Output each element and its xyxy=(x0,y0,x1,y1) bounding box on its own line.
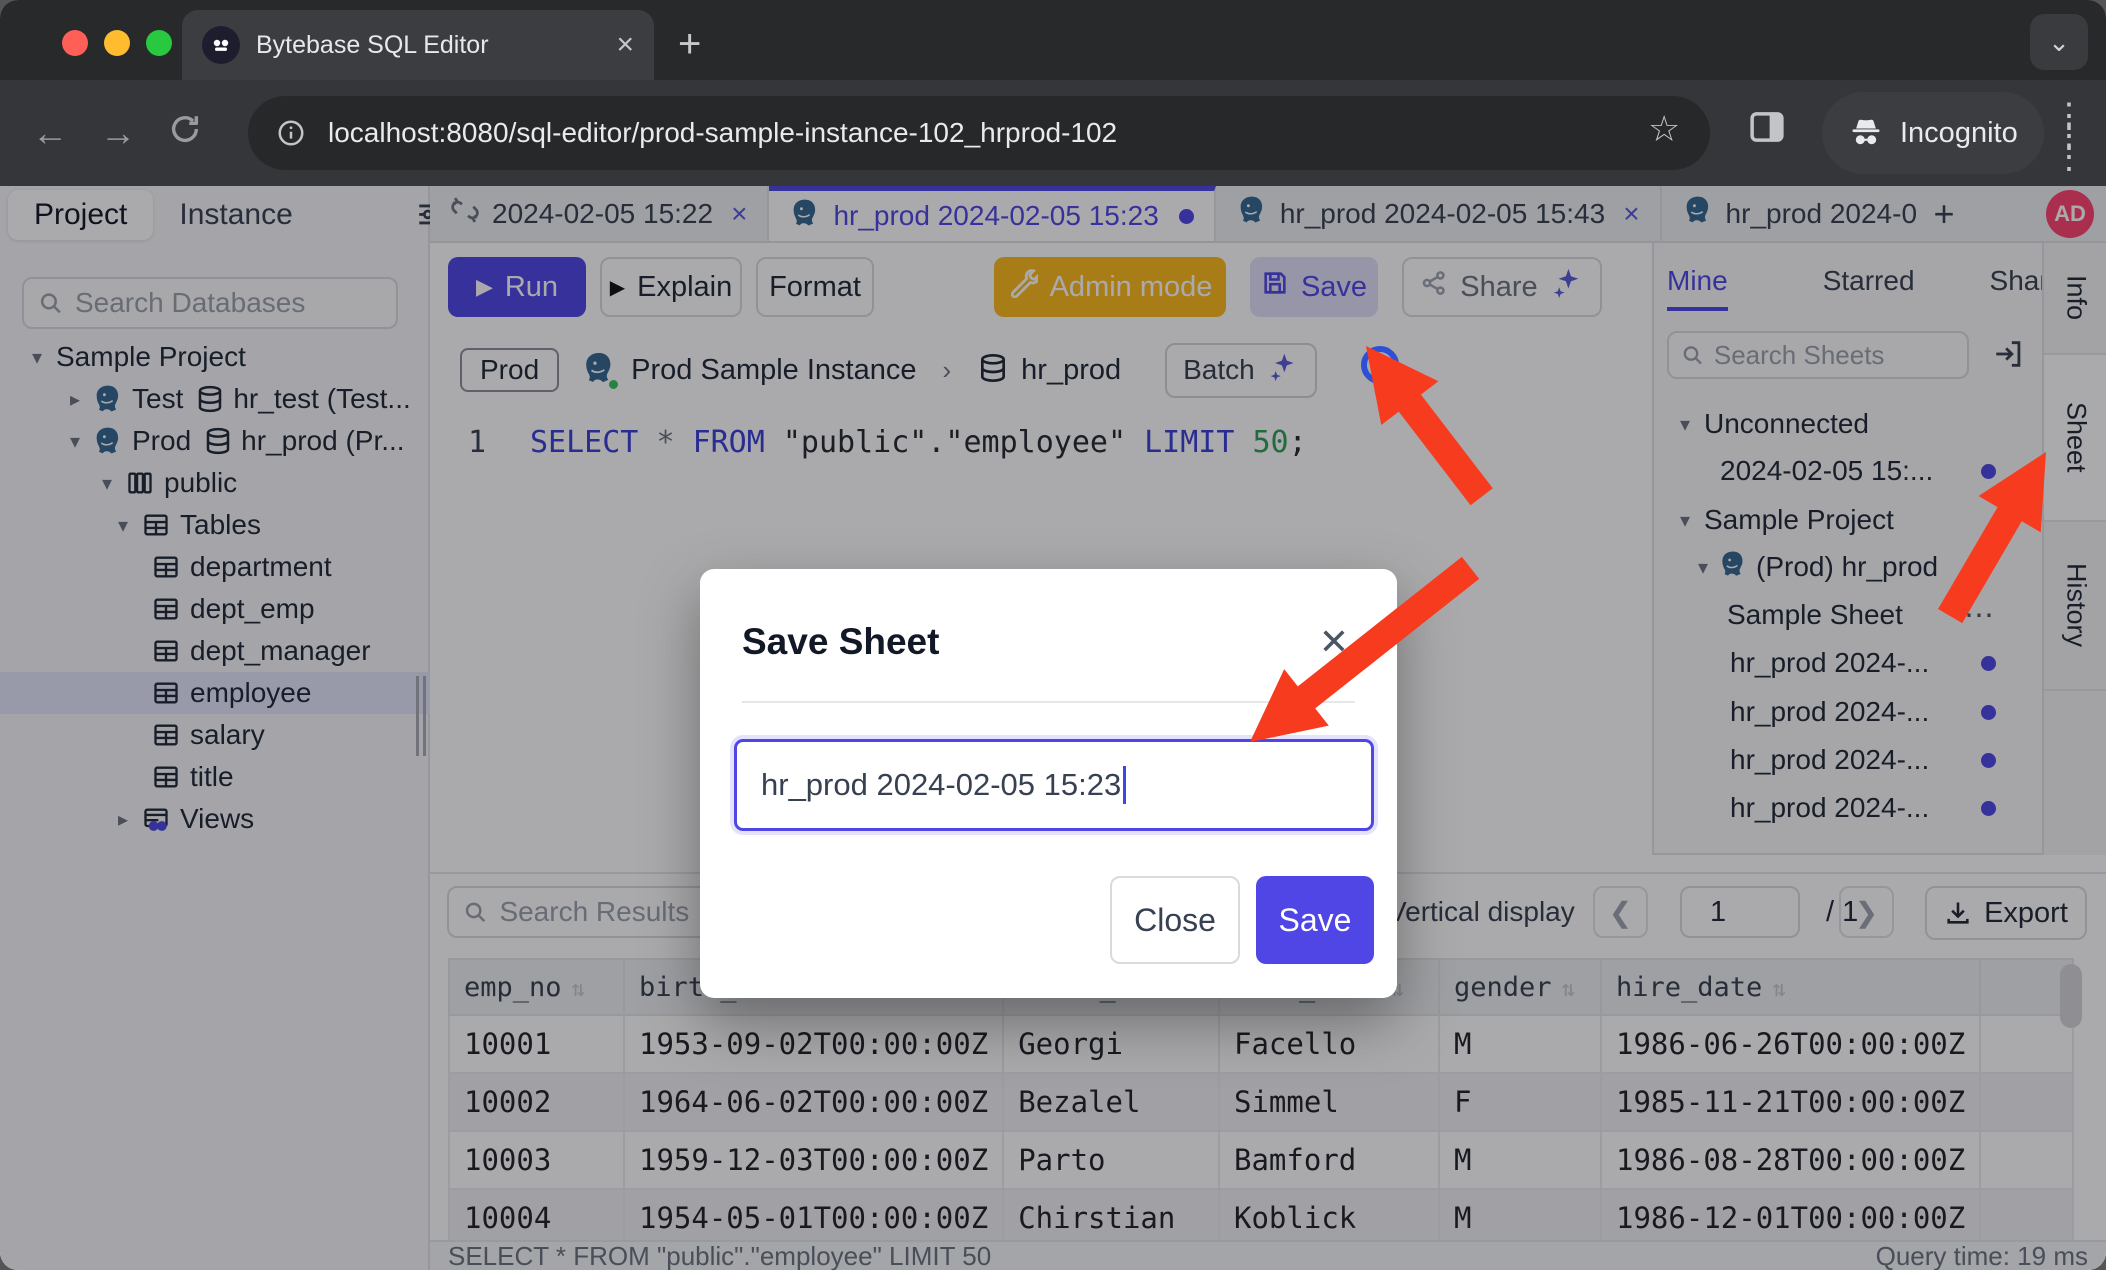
bytebase-app: Project Instance ▾ Sample Project ▸ Tes xyxy=(0,186,2106,1270)
browser-menu-icon[interactable]: ⋮⋮⋮ xyxy=(2052,106,2086,167)
sheet-name-input[interactable]: hr_prod 2024-02-05 15:23 xyxy=(734,739,1374,831)
tab-search-chevron-button[interactable]: ⌄ xyxy=(2030,14,2088,70)
address-bar[interactable]: localhost:8080/sql-editor/prod-sample-in… xyxy=(248,96,1710,170)
reload-icon[interactable] xyxy=(168,112,202,155)
bytebase-favicon-icon xyxy=(202,26,240,64)
browser-tabstrip: Bytebase SQL Editor × + ⌄ xyxy=(0,0,2106,80)
text-caret xyxy=(1123,766,1126,804)
screenshot-root: Bytebase SQL Editor × + ⌄ ← → localhost:… xyxy=(0,0,2106,1270)
incognito-icon xyxy=(1848,115,1884,151)
bookmark-star-icon[interactable]: ☆ xyxy=(1648,108,1680,150)
back-icon[interactable]: ← xyxy=(32,112,68,154)
traffic-light-zoom[interactable] xyxy=(146,30,172,56)
site-info-icon[interactable] xyxy=(276,118,306,148)
traffic-light-close[interactable] xyxy=(62,30,88,56)
browser-chrome: Bytebase SQL Editor × + ⌄ ← → localhost:… xyxy=(0,0,2106,186)
sheet-name-value: hr_prod 2024-02-05 15:23 xyxy=(761,767,1121,803)
forward-icon[interactable]: → xyxy=(100,112,136,154)
dialog-title: Save Sheet xyxy=(742,621,939,663)
dialog-close-icon[interactable]: ✕ xyxy=(1319,621,1349,663)
dialog-save-button[interactable]: Save xyxy=(1256,876,1374,964)
dialog-divider xyxy=(742,701,1355,703)
browser-tab-title: Bytebase SQL Editor xyxy=(256,31,600,60)
browser-tab-close-icon[interactable]: × xyxy=(616,30,634,60)
save-sheet-dialog: Save Sheet ✕ hr_prod 2024-02-05 15:23 Cl… xyxy=(700,569,1397,998)
dialog-close-button[interactable]: Close xyxy=(1110,876,1240,964)
incognito-label: Incognito xyxy=(1900,117,2018,150)
side-panel-icon[interactable] xyxy=(1746,106,1788,153)
browser-toolbar: ← → localhost:8080/sql-editor/prod-sampl… xyxy=(0,80,2106,186)
new-browser-tab-button[interactable]: + xyxy=(678,22,701,67)
browser-tab[interactable]: Bytebase SQL Editor × xyxy=(182,10,654,80)
incognito-badge: Incognito xyxy=(1822,92,2044,174)
traffic-light-minimize[interactable] xyxy=(104,30,130,56)
url-text: localhost:8080/sql-editor/prod-sample-in… xyxy=(328,117,1117,149)
